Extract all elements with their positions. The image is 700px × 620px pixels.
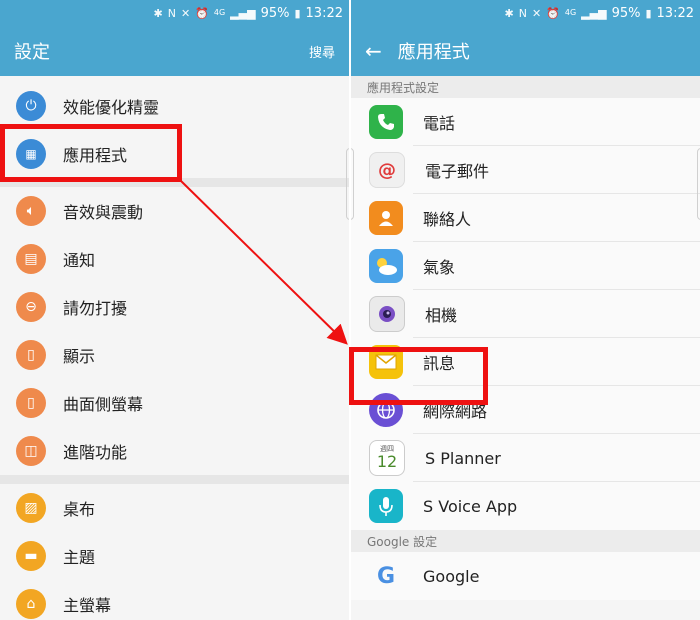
battery-percent: 95% <box>260 5 290 21</box>
wallpaper-icon: ▨ <box>16 493 46 523</box>
app-item-label: S Voice App <box>423 496 518 516</box>
battery-icon: ▮ <box>645 6 652 20</box>
status-bar: ✱ N ✕ ⏰ 4G ▂▄▆ 95% ▮ 13:22 <box>351 0 700 26</box>
bluetooth-icon: ✱ <box>504 6 514 20</box>
settings-item-advanced[interactable]: ◫ 進階功能 <box>0 427 349 475</box>
alarm-icon: ⏰ <box>546 6 560 20</box>
settings-item-wallpaper[interactable]: ▨ 桌布 <box>0 484 349 532</box>
settings-screen: ✱ N ✕ ⏰ 4G ▂▄▆ 95% ▮ 13:22 設定 搜尋 ⏻ 效能優化精… <box>0 0 349 620</box>
clock: 13:22 <box>305 5 343 21</box>
do-not-disturb-icon: ⊖ <box>16 292 46 322</box>
calendar-icon: 週四 12 <box>369 440 405 476</box>
power-icon: ⏻ <box>16 91 46 121</box>
page-title: 應用程式 <box>397 42 470 63</box>
battery-percent: 95% <box>611 5 641 21</box>
status-bar: ✱ N ✕ ⏰ 4G ▂▄▆ 95% ▮ 13:22 <box>0 0 349 26</box>
page-title: 設定 <box>14 42 50 63</box>
search-button[interactable]: 搜尋 <box>309 42 335 61</box>
app-item-label: 電子郵件 <box>425 162 490 181</box>
volume-icon: 🔈︎ <box>16 196 46 226</box>
settings-item-label: 曲面側螢幕 <box>63 395 144 414</box>
app-item-label: S Planner <box>425 448 501 468</box>
settings-item-label: 主螢幕 <box>63 596 112 615</box>
settings-item-notifications[interactable]: ▤ 通知 <box>0 235 349 283</box>
highlight-apps-box <box>0 124 182 182</box>
app-item-email[interactable]: @ 電子郵件 <box>351 146 700 194</box>
apps-screen: ✱ N ✕ ⏰ 4G ▂▄▆ 95% ▮ 13:22 ← 應用程式 應用程式設定… <box>351 0 700 620</box>
app-item-label: 相機 <box>425 306 458 325</box>
app-item-label: 氣象 <box>423 258 456 277</box>
mute-icon: ✕ <box>531 6 542 20</box>
app-item-label: 電話 <box>423 114 456 133</box>
back-arrow-icon[interactable]: ← <box>365 39 382 63</box>
settings-item-label: 效能優化精靈 <box>63 98 160 117</box>
section-header: 應用程式設定 <box>351 76 700 98</box>
s-voice-icon <box>369 489 403 523</box>
network-type: 4G <box>564 8 577 17</box>
app-item-label: Google <box>423 566 480 586</box>
app-item-google[interactable]: G Google <box>351 552 700 600</box>
settings-item-optimizer[interactable]: ⏻ 效能優化精靈 <box>0 82 349 130</box>
settings-item-label: 音效與震動 <box>63 203 144 222</box>
home-icon: ⌂ <box>16 589 46 619</box>
settings-item-sound[interactable]: 🔈︎ 音效與震動 <box>0 187 349 235</box>
nfc-icon: N <box>518 6 527 20</box>
app-item-s-planner[interactable]: 週四 12 S Planner <box>351 434 700 482</box>
settings-item-display[interactable]: ▯ 顯示 <box>0 331 349 379</box>
scroll-indicator <box>351 148 354 220</box>
app-item-s-voice[interactable]: S Voice App <box>351 482 700 530</box>
settings-item-label: 桌布 <box>63 500 96 519</box>
settings-item-label: 顯示 <box>63 347 96 366</box>
settings-item-label: 主題 <box>63 548 96 567</box>
mute-icon: ✕ <box>180 6 191 20</box>
settings-item-edge[interactable]: ▯ 曲面側螢幕 <box>0 379 349 427</box>
section-divider <box>0 475 349 484</box>
settings-item-label: 進階功能 <box>63 443 128 462</box>
bluetooth-icon: ✱ <box>153 6 163 20</box>
app-bar: ← 應用程式 <box>351 26 700 76</box>
app-item-camera[interactable]: 相機 <box>351 290 700 338</box>
advanced-features-icon: ◫ <box>16 436 46 466</box>
settings-item-label: 請勿打擾 <box>63 299 128 318</box>
app-bar: 設定 搜尋 <box>0 26 349 76</box>
app-item-label: 聯絡人 <box>423 210 472 229</box>
settings-item-home[interactable]: ⌂ 主螢幕 <box>0 580 349 620</box>
highlight-messages-box <box>349 347 488 405</box>
phone-icon <box>369 105 403 139</box>
weather-icon <box>369 249 403 283</box>
alarm-icon: ⏰ <box>195 6 209 20</box>
signal-icon: ▂▄▆ <box>581 6 607 20</box>
signal-icon: ▂▄▆ <box>230 6 256 20</box>
calendar-date: 12 <box>376 452 398 471</box>
network-type: 4G <box>213 8 226 17</box>
notification-icon: ▤ <box>16 244 46 274</box>
settings-item-themes[interactable]: ▬ 主題 <box>0 532 349 580</box>
camera-icon <box>369 296 405 332</box>
app-item-weather[interactable]: 氣象 <box>351 242 700 290</box>
nfc-icon: N <box>167 6 176 20</box>
display-icon: ▯ <box>16 340 46 370</box>
battery-icon: ▮ <box>294 6 301 20</box>
clock: 13:22 <box>656 5 694 21</box>
themes-icon: ▬ <box>16 541 46 571</box>
edge-screen-icon: ▯ <box>16 388 46 418</box>
app-item-phone[interactable]: 電話 <box>351 98 700 146</box>
email-icon: @ <box>369 152 405 188</box>
app-item-contacts[interactable]: 聯絡人 <box>351 194 700 242</box>
settings-item-dnd[interactable]: ⊖ 請勿打擾 <box>0 283 349 331</box>
contacts-icon <box>369 201 403 235</box>
section-header: Google 設定 <box>351 530 700 552</box>
settings-item-label: 通知 <box>63 251 96 270</box>
google-icon: G <box>376 563 396 589</box>
